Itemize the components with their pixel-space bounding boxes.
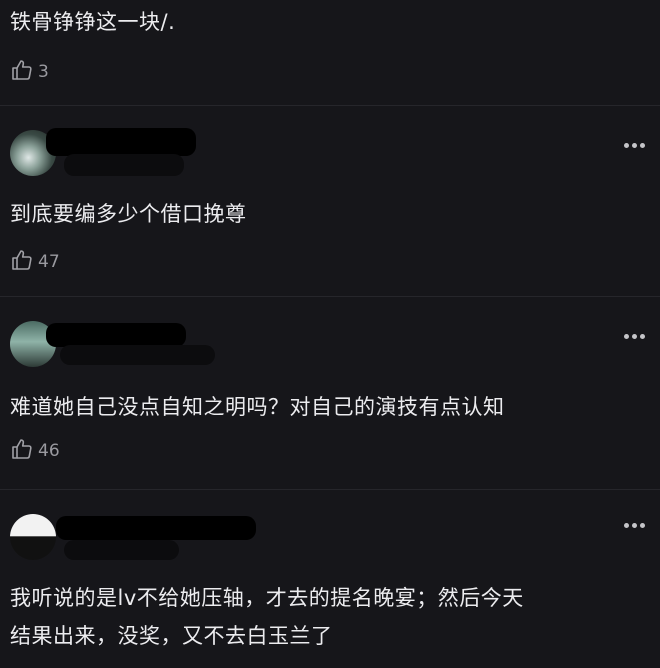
- comment-text: 铁骨铮铮这一块/.: [10, 10, 176, 34]
- thumbs-up-icon: [10, 248, 34, 277]
- comment-text: 到底要编多少个借口挽尊: [10, 202, 247, 226]
- like-button[interactable]: 46: [10, 437, 60, 465]
- like-button[interactable]: 47: [10, 248, 60, 276]
- like-button[interactable]: 3: [10, 58, 49, 86]
- more-options-icon[interactable]: [624, 140, 648, 150]
- comment-text: 难道她自己没点自知之明吗？对自己的演技有点认知: [10, 395, 505, 419]
- like-count: 47: [38, 252, 60, 272]
- comment-text-line-2: 结果出来，没奖，又不去白玉兰了: [10, 624, 333, 648]
- thumbs-up-icon: [10, 437, 34, 466]
- username-redacted: [46, 323, 186, 347]
- comment-text-line-1: 我听说的是lv不给她压轴，才去的提名晚宴；然后今天: [10, 586, 524, 610]
- comment-item: 我听说的是lv不给她压轴，才去的提名晚宴；然后今天 结果出来，没奖，又不去白玉兰…: [0, 490, 660, 668]
- meta-redacted: [60, 345, 215, 365]
- more-options-icon[interactable]: [624, 331, 648, 341]
- username-redacted: [46, 128, 196, 156]
- like-count: 46: [38, 441, 60, 461]
- avatar[interactable]: [10, 514, 56, 560]
- comment-item: 难道她自己没点自知之明吗？对自己的演技有点认知 46: [0, 297, 660, 489]
- comment-item: 到底要编多少个借口挽尊 47: [0, 106, 660, 296]
- more-options-icon[interactable]: [624, 520, 648, 530]
- comment-item: 铁骨铮铮这一块/. 3: [0, 0, 660, 105]
- thumbs-up-icon: [10, 58, 34, 87]
- username-redacted: [56, 516, 256, 540]
- meta-redacted: [64, 154, 184, 176]
- like-count: 3: [38, 62, 49, 82]
- meta-redacted: [64, 540, 179, 560]
